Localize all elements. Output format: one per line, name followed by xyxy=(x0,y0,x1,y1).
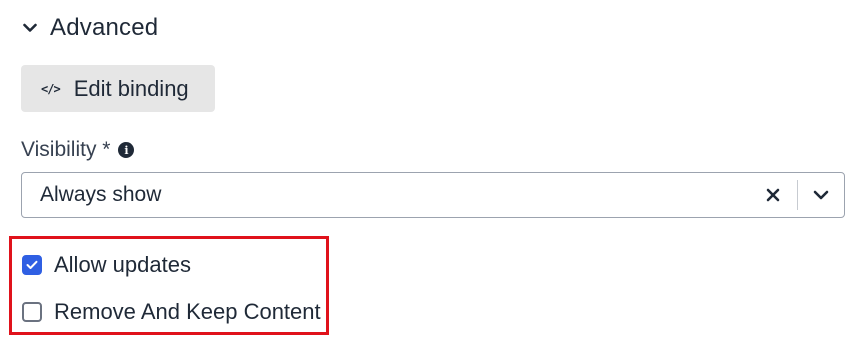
remove-keep-content-label: Remove And Keep Content xyxy=(54,299,321,324)
chevron-down-icon xyxy=(22,20,38,36)
visibility-label-text: Visibility * xyxy=(21,138,111,161)
section-title: Advanced xyxy=(50,14,159,41)
allow-updates-label: Allow updates xyxy=(54,252,191,277)
remove-keep-content-checkbox[interactable] xyxy=(22,302,42,322)
visibility-label: Visibility * i xyxy=(21,138,135,162)
check-icon xyxy=(26,260,38,269)
edit-binding-button[interactable]: </> Edit binding xyxy=(21,65,215,112)
dropdown-toggle-button[interactable] xyxy=(798,173,844,217)
allow-updates-option[interactable]: Allow updates xyxy=(22,252,191,278)
advanced-section-toggle[interactable]: Advanced xyxy=(22,12,158,44)
chevron-down-icon xyxy=(813,190,829,200)
edit-binding-label: Edit binding xyxy=(73,75,189,101)
code-icon: </> xyxy=(41,81,61,96)
info-icon[interactable]: i xyxy=(118,142,135,158)
remove-keep-content-option[interactable]: Remove And Keep Content xyxy=(22,299,321,325)
visibility-select[interactable]: Always show xyxy=(21,172,845,218)
clear-selection-button[interactable] xyxy=(749,173,797,217)
close-icon xyxy=(766,188,780,202)
advanced-settings-panel: Advanced </> Edit binding Visibility * i… xyxy=(0,0,862,342)
visibility-selected-value: Always show xyxy=(40,183,162,206)
allow-updates-checkbox[interactable] xyxy=(22,255,42,275)
